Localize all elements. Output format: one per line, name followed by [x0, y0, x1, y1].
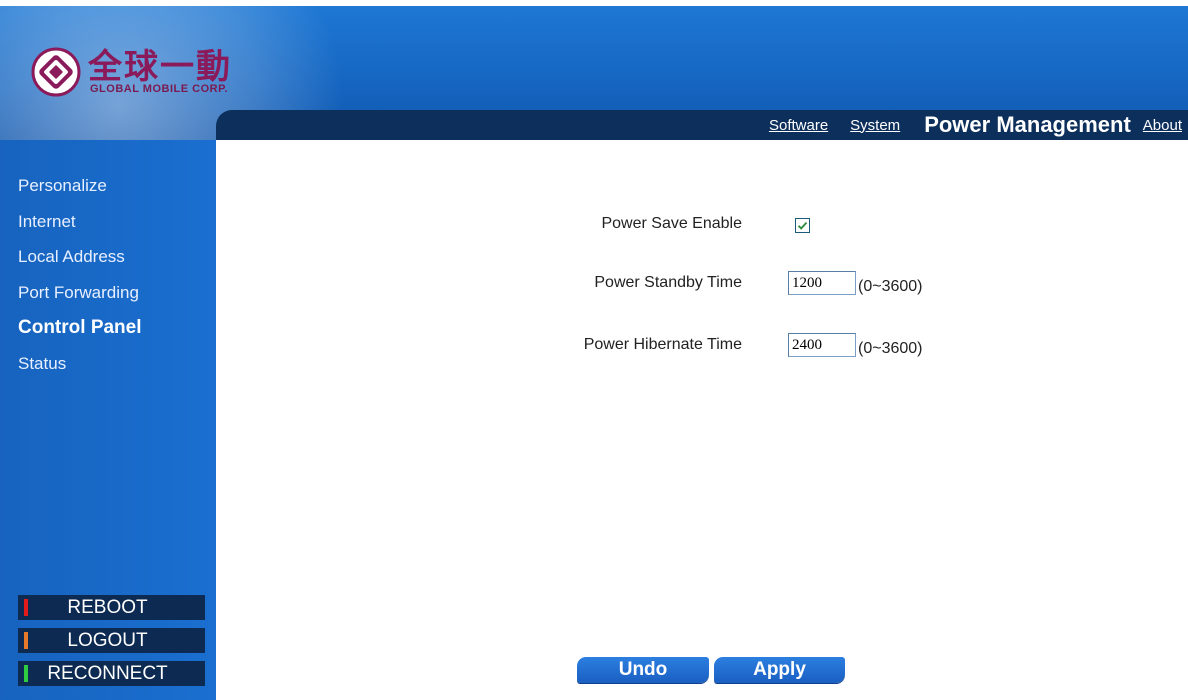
nav-link-about[interactable]: About [1143, 117, 1182, 134]
checkmark-icon [797, 221, 808, 230]
sidebar-item-status[interactable]: Status [0, 346, 216, 382]
sidebar-item-internet[interactable]: Internet [0, 204, 216, 240]
hibernate-range-hint: (0~3600) [858, 340, 923, 357]
nav-link-software[interactable]: Software [769, 117, 828, 134]
logout-label: LOGOUT [67, 629, 148, 651]
power-save-checkbox[interactable] [795, 218, 810, 233]
main-content: Power Save Enable Power Standby Time (0~… [216, 140, 1188, 700]
standby-time-input[interactable] [788, 271, 856, 295]
sidebar-menu: Personalize Internet Local Address Port … [0, 168, 216, 381]
nav-link-system[interactable]: System [850, 117, 900, 134]
hibernate-time-input[interactable] [788, 333, 856, 357]
apply-button[interactable]: Apply [714, 657, 845, 683]
sidebar-item-personalize[interactable]: Personalize [0, 168, 216, 204]
sidebar-item-local-address[interactable]: Local Address [0, 239, 216, 275]
company-logo: 全球一動 GLOBAL MOBILE CORP. [30, 42, 232, 102]
standby-range-hint: (0~3600) [858, 278, 923, 295]
undo-button[interactable]: Undo [577, 657, 709, 683]
nav-active-power-management[interactable]: Power Management [924, 112, 1131, 138]
logout-button[interactable]: LOGOUT [18, 628, 205, 653]
sidebar-item-port-forwarding[interactable]: Port Forwarding [0, 275, 216, 311]
logo-english-text: GLOBAL MOBILE CORP. [90, 83, 229, 95]
reconnect-label: RECONNECT [47, 662, 168, 684]
sidebar-item-control-panel[interactable]: Control Panel [0, 310, 216, 346]
reboot-button[interactable]: REBOOT [18, 595, 205, 620]
top-nav-bar: Software System Power Management About [216, 110, 1188, 140]
standby-time-label: Power Standby Time [594, 274, 742, 291]
reconnect-button[interactable]: RECONNECT [18, 661, 205, 686]
logo-chinese-text: 全球一動 [88, 47, 232, 87]
hibernate-time-label: Power Hibernate Time [583, 336, 742, 353]
power-save-label: Power Save Enable [601, 215, 742, 232]
logo-emblem-icon [31, 47, 81, 97]
reboot-label: REBOOT [67, 596, 148, 618]
sidebar: Personalize Internet Local Address Port … [0, 140, 216, 700]
